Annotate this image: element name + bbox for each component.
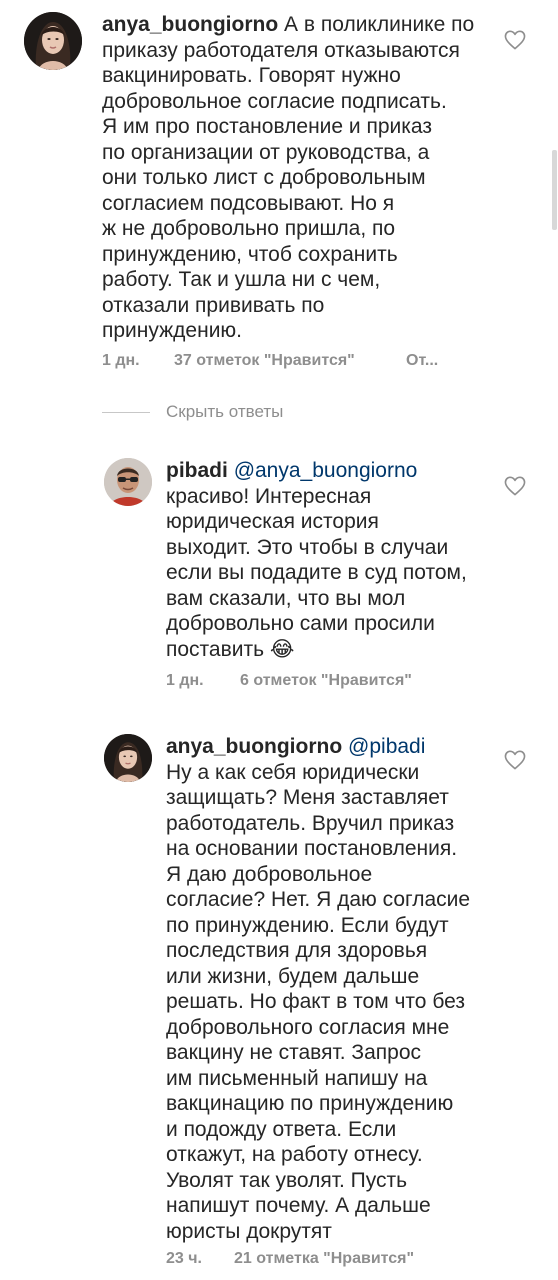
- comment-line: А в поликлинике по: [284, 13, 475, 36]
- comment-username[interactable]: anya_buongiorno: [166, 735, 342, 758]
- comment-line: если вы подадите в суд потом,: [166, 561, 467, 584]
- avatar-photo: [104, 458, 152, 506]
- comment-line: ж не добровольно пришла, по: [102, 217, 396, 240]
- laughing-emoji-icon: 😂: [269, 637, 295, 661]
- comment-line: на основании постановления.: [166, 837, 458, 860]
- avatar-photo: [104, 734, 152, 782]
- comment-meta: 1 дн. 37 отметок "Нравится" От...: [102, 352, 438, 370]
- comment-line: выходит. Это чтобы в случаи: [166, 535, 449, 559]
- comment-username[interactable]: pibadi: [166, 459, 228, 482]
- comment-line: защищать? Меня заставляет: [166, 786, 449, 809]
- comment-line: они только лист с добровольным: [102, 166, 426, 189]
- comment-line: согласием подсовывают. Но я: [102, 191, 395, 215]
- comment-time: 23 ч.: [166, 1250, 202, 1267]
- comment-line: добровольного согласия мне: [166, 1015, 450, 1039]
- comment-text: pibadi @anya_buongiorno красиво! Интерес…: [166, 458, 496, 662]
- comment-line: вакцинацию по принуждению: [166, 1092, 454, 1115]
- reply-button[interactable]: От...: [406, 352, 438, 370]
- comment-text: anya_buongiorno А в поликлинике по прика…: [102, 12, 492, 344]
- hide-replies-label[interactable]: Скрыть ответы: [166, 402, 283, 422]
- comment-time: 1 дн.: [166, 672, 204, 689]
- avatar[interactable]: [24, 12, 82, 70]
- hide-replies-button[interactable]: Скрыть ответы: [102, 402, 283, 422]
- avatar-photo: [24, 12, 82, 70]
- comment-line: добровольно сами просили: [166, 612, 435, 635]
- comment-line: откажут, на работу отнесу.: [166, 1143, 423, 1166]
- comment-text: anya_buongiorno @pibadi Ну а как себя юр…: [166, 734, 496, 1244]
- comment-likes[interactable]: 6 отметок "Нравится": [240, 672, 412, 690]
- comment-username[interactable]: anya_buongiorno: [102, 13, 278, 36]
- comment-line: работодатель. Вручил приказ: [166, 811, 455, 835]
- comment-meta: 1 дн. 6 отметок "Нравится": [166, 672, 412, 690]
- comment-line: юристы докрутят: [166, 1219, 332, 1243]
- comment-line: последствия для здоровья: [166, 939, 428, 962]
- comment-line: юридическая история: [166, 510, 379, 533]
- comment-likes[interactable]: 21 отметка "Нравится": [234, 1250, 414, 1268]
- comment-mention[interactable]: @pibadi: [348, 735, 425, 758]
- comment-line: вакцинировать. Говорят нужно: [102, 64, 401, 87]
- avatar[interactable]: [104, 458, 152, 506]
- comment-line: вам сказали, что вы мол: [166, 586, 406, 610]
- comment-line: или жизни, будем дальше: [166, 964, 420, 988]
- comment-line: красиво! Интересная: [166, 484, 372, 508]
- comment-line: по организации от руководства, а: [102, 140, 430, 164]
- comment-line: согласие? Нет. Я даю согласие: [166, 888, 471, 911]
- comment-line: Я им про постановление и приказ: [102, 115, 432, 138]
- heart-outline-icon[interactable]: [504, 30, 526, 50]
- comment-line: по принуждению. Если будут: [166, 913, 449, 937]
- scrollbar-thumb[interactable]: [552, 150, 557, 230]
- comment-meta: 23 ч. 21 отметка "Нравится": [166, 1250, 414, 1268]
- comment-line: поставить: [166, 637, 265, 661]
- comment-likes[interactable]: 37 отметок "Нравится": [174, 352, 406, 370]
- comment-mention[interactable]: @anya_buongiorno: [234, 459, 418, 482]
- comment-line: принуждению.: [102, 319, 243, 342]
- heart-outline-icon[interactable]: [504, 476, 526, 496]
- comment-line: приказу работодателя отказываются: [102, 38, 460, 62]
- avatar[interactable]: [104, 734, 152, 782]
- comment-line: Ну а как себя юридически: [166, 760, 420, 784]
- comment-line: им письменный напишу на: [166, 1066, 428, 1090]
- heart-outline-icon[interactable]: [504, 750, 526, 770]
- divider-line: [102, 411, 150, 413]
- comment-line: Я даю добровольное: [166, 862, 373, 886]
- comment-line: напишут почему. А дальше: [166, 1194, 431, 1217]
- comment-line: отказали прививать по: [102, 293, 325, 317]
- comment-line: добровольное согласие подписать.: [102, 89, 447, 113]
- comment-line: и подожду ответа. Если: [166, 1117, 397, 1141]
- comment-line: решать. Но факт в том что без: [166, 990, 465, 1013]
- comment-line: вакцину не ставят. Запрос: [166, 1041, 421, 1064]
- comment-line: Уволят так уволят. Пусть: [166, 1168, 408, 1192]
- comment-time: 1 дн.: [102, 352, 140, 369]
- comment-line: работу. Так и ушла ни с чем,: [102, 268, 381, 291]
- comment-line: принуждению, чтоб сохранить: [102, 242, 398, 266]
